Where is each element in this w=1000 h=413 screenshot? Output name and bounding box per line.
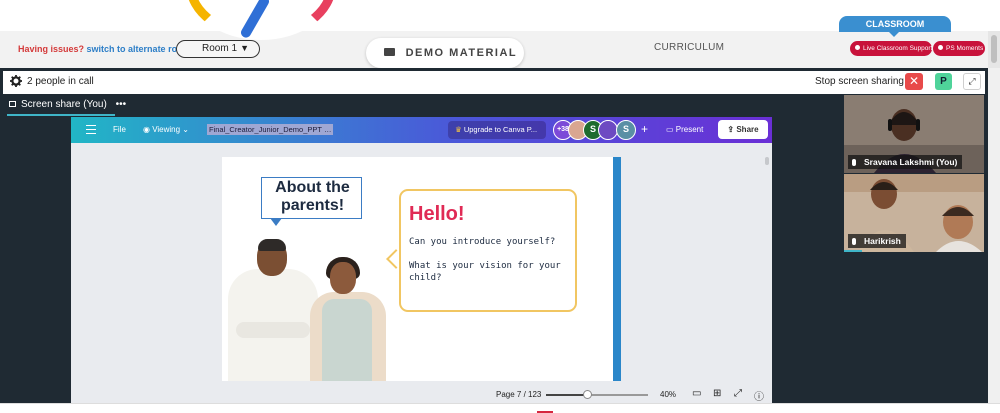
fullscreen-icon[interactable]: ⤢ <box>734 388 742 399</box>
collaborator-avatars: +38 S S <box>553 120 653 140</box>
stop-sharing-button[interactable]: ✕ <box>905 73 923 90</box>
help-icon[interactable]: ⓘ <box>754 388 764 403</box>
present-icon: ▭ <box>666 125 676 134</box>
father-hair <box>258 239 286 251</box>
gear-icon[interactable] <box>10 75 22 87</box>
curriculum-tab[interactable]: CURRICULUM <box>654 42 724 53</box>
page-footer <box>0 403 1000 413</box>
demo-material-button[interactable]: DEMO MATERIAL <box>366 38 524 68</box>
viewing-label: Viewing <box>152 125 181 134</box>
demo-material-label: DEMO MATERIAL <box>405 47 518 59</box>
tab-pointer-icon <box>889 32 899 37</box>
expand-button[interactable]: ⤢ <box>963 73 981 90</box>
screen-share-label: Screen share (You) ••• <box>9 99 126 110</box>
callout-tail <box>270 218 282 226</box>
chevron-down-icon: ⌄ <box>180 125 190 134</box>
top-header: Having issues? switch to alternate room … <box>0 0 1000 68</box>
document-title[interactable]: Final_Creator_Junior_Demo_PPT … <box>207 124 334 135</box>
hamburger-menu-icon[interactable] <box>86 125 96 134</box>
notes-icon[interactable]: ▭ <box>692 388 701 399</box>
avatar[interactable] <box>598 120 618 140</box>
upload-icon: ⇪ <box>727 125 737 134</box>
crown-icon: ♛ <box>455 125 464 134</box>
eye-icon: ◉ <box>143 125 153 134</box>
live-support-label: Live Classroom Support <box>863 45 933 52</box>
app-root: Having issues? switch to alternate room … <box>0 0 1000 413</box>
participant-name: Sravana Lakshmi (You) <box>864 157 958 167</box>
document-title-suffix: … <box>323 125 332 134</box>
canva-toolbar: File ◉ Viewing ⌄ Final_Creator_Junior_De… <box>71 117 772 143</box>
video-tile-self[interactable]: Sravana Lakshmi (You) <box>844 95 984 173</box>
shared-canva-window: File ◉ Viewing ⌄ Final_Creator_Junior_De… <box>71 117 772 410</box>
room-select-value: Room 1 <box>202 43 238 54</box>
mother-saree <box>322 299 372 381</box>
about-line-1: About the <box>275 179 350 196</box>
ps-moments-button[interactable]: PS Moments <box>933 41 985 56</box>
add-collaborator-icon[interactable]: + <box>641 122 648 136</box>
microphone-icon <box>852 159 856 166</box>
participant-p-button[interactable]: P <box>935 73 952 90</box>
upgrade-button[interactable]: ♛ Upgrade to Canva P... <box>448 121 546 139</box>
people-in-call: 2 people in call <box>27 76 94 87</box>
file-menu[interactable]: File <box>113 125 126 134</box>
about-heading: About the parents! <box>263 179 362 215</box>
caret-down-icon: ▼ <box>240 43 249 53</box>
video-tile-participant[interactable]: Harikrish <box>844 174 984 252</box>
present-button[interactable]: ▭ Present <box>662 121 714 139</box>
about-line-2: parents! <box>280 197 345 214</box>
support-icon <box>855 45 860 50</box>
zoom-slider[interactable] <box>546 390 648 399</box>
document-title-text: Final_Creator_Junior_Demo_PPT <box>209 125 322 134</box>
ps-moments-label: PS Moments <box>946 45 984 52</box>
issues-prefix: Having issues? <box>18 44 85 54</box>
page-indicator: Page 7 / 123 <box>496 390 542 399</box>
header-scrollbar[interactable] <box>988 31 1000 68</box>
question-vision: What is your vision for your child? <box>409 261 561 283</box>
active-speaker-indicator <box>844 250 862 252</box>
hello-heading: Hello! <box>409 203 465 225</box>
slide-accent-bar <box>613 157 621 381</box>
live-support-button[interactable]: Live Classroom Support <box>850 41 932 56</box>
father-arms <box>236 322 310 338</box>
moments-icon <box>938 45 943 50</box>
participant-name-tag: Harikrish <box>848 234 906 248</box>
share-button[interactable]: ⇪ Share <box>718 120 768 139</box>
classroom-tab[interactable]: CLASSROOM <box>839 16 951 37</box>
zoom-slider-handle[interactable] <box>582 390 592 399</box>
upgrade-label: Upgrade to Canva P... <box>463 125 538 134</box>
issues-notice: Having issues? switch to alternate room <box>18 44 191 54</box>
active-share-indicator <box>7 114 115 116</box>
present-label: Present <box>675 125 704 134</box>
presentation-slide: About the parents! Hello! Can you introd… <box>222 157 621 381</box>
alternate-room-link[interactable]: switch to alternate room <box>87 44 191 54</box>
avatar[interactable]: S <box>616 120 636 140</box>
call-stage: Screen share (You) ••• File ◉ Viewing ⌄ … <box>0 94 988 410</box>
microphone-icon <box>852 238 856 245</box>
share-label: Share <box>736 125 759 134</box>
mother-head <box>330 262 356 294</box>
participant-name: Harikrish <box>864 236 901 246</box>
canvas-scrollbar[interactable] <box>765 157 769 165</box>
scrollbar-thumb[interactable] <box>991 35 997 63</box>
more-options-icon[interactable]: ••• <box>116 99 127 110</box>
call-bar: 2 people in call Stop screen sharing ✕ P… <box>0 68 988 94</box>
stop-screen-sharing-label[interactable]: Stop screen sharing <box>815 76 904 87</box>
page-scrollbar[interactable] <box>988 68 1000 403</box>
screen-icon <box>9 101 16 107</box>
classroom-tab-label: CLASSROOM <box>865 19 925 29</box>
room-select[interactable]: Room 1 ▼ <box>176 40 260 58</box>
participant-name-tag: Sravana Lakshmi (You) <box>848 155 963 169</box>
zoom-slider-fill <box>546 394 587 396</box>
zoom-level: 40% <box>660 390 677 399</box>
folder-icon <box>384 48 395 56</box>
grid-icon[interactable]: ⊞ <box>713 388 721 399</box>
viewing-menu[interactable]: ◉ Viewing ⌄ <box>143 125 189 134</box>
question-introduce: Can you introduce yourself? <box>409 237 556 247</box>
screen-share-text: Screen share (You) <box>21 99 107 110</box>
